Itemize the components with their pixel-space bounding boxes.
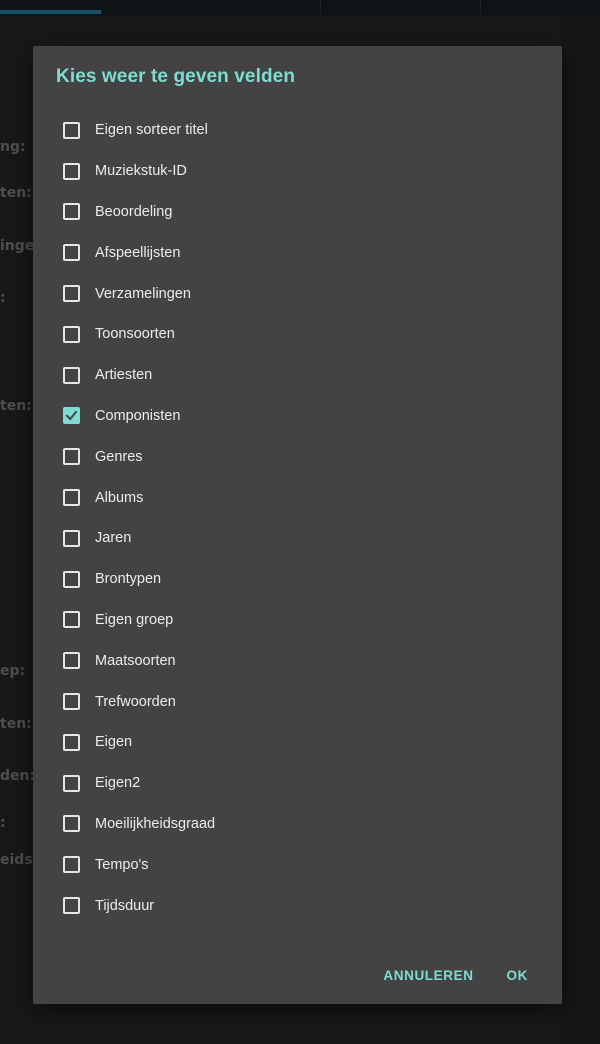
field-option[interactable]: Tempo's	[33, 844, 562, 885]
checkbox[interactable]	[63, 121, 80, 139]
field-option-label: Componisten	[95, 407, 181, 424]
check-icon	[65, 411, 78, 421]
field-option-label: Verzamelingen	[95, 285, 191, 302]
field-option-label: Genres	[95, 448, 143, 465]
checkbox[interactable]	[63, 244, 80, 262]
field-option[interactable]: Trefwoorden	[33, 681, 562, 722]
checkbox[interactable]	[63, 325, 80, 343]
field-option[interactable]: Jaren	[33, 518, 562, 559]
dialog-title: Kies weer te geven velden	[56, 66, 296, 87]
field-option-label: Trefwoorden	[95, 693, 176, 710]
choose-fields-dialog: Kies weer te geven velden Eigen sorteer …	[33, 46, 562, 1004]
field-option[interactable]: Albums	[33, 477, 562, 518]
checkbox[interactable]	[63, 733, 80, 751]
checkbox[interactable]	[63, 897, 80, 915]
field-option-label: Albums	[95, 489, 144, 506]
checkbox[interactable]	[63, 652, 80, 670]
field-option[interactable]: Afspeellijsten	[33, 232, 562, 273]
field-option[interactable]: Eigen2	[33, 763, 562, 804]
field-option[interactable]: Beoordeling	[33, 192, 562, 233]
field-option-label: Eigen2	[95, 775, 141, 792]
field-option[interactable]: Moeilijkheidsgraad	[33, 804, 562, 845]
checkbox[interactable]	[63, 162, 80, 180]
field-option[interactable]: Artiesten	[33, 355, 562, 396]
screen: ng: ten: ingen : ten: ep: ten: den: : ei…	[0, 0, 600, 1044]
field-option-label: Eigen groep	[95, 611, 174, 628]
field-option-label: Tempo's	[95, 856, 149, 873]
field-option[interactable]: Maatsoorten	[33, 640, 562, 681]
field-option-label: Eigen sorteer titel	[95, 122, 208, 139]
checkbox[interactable]	[63, 570, 80, 588]
field-option-label: Jaren	[95, 530, 132, 547]
field-option-label: Muziekstuk-ID	[95, 163, 187, 180]
field-option-label: Beoordeling	[95, 203, 173, 220]
checkbox[interactable]	[63, 529, 80, 547]
field-option[interactable]: Genres	[33, 436, 562, 477]
field-option[interactable]: Eigen	[33, 722, 562, 763]
field-option-label: Brontypen	[95, 571, 162, 588]
checkbox[interactable]	[63, 407, 80, 425]
field-option[interactable]: Brontypen	[33, 559, 562, 600]
checkbox[interactable]	[63, 774, 80, 792]
checkbox[interactable]	[63, 815, 80, 833]
field-option-label: Eigen	[95, 734, 133, 751]
checkbox[interactable]	[63, 366, 80, 384]
field-option[interactable]: Tijdsduur	[33, 885, 562, 926]
field-option-label: Tijdsduur	[95, 897, 155, 914]
field-option-label: Afspeellijsten	[95, 244, 181, 261]
field-option[interactable]: Eigen groep	[33, 600, 562, 641]
checkbox[interactable]	[63, 285, 80, 303]
field-option[interactable]: Eigen sorteer titel	[33, 110, 562, 151]
field-option[interactable]: Muziekstuk-ID	[33, 151, 562, 192]
field-option-label: Toonsoorten	[95, 326, 175, 343]
field-option[interactable]: Componisten	[33, 396, 562, 437]
checkbox[interactable]	[63, 693, 80, 711]
field-option-label: Artiesten	[95, 367, 153, 384]
checkbox[interactable]	[63, 203, 80, 221]
checkbox[interactable]	[63, 489, 80, 507]
field-options-list: Eigen sorteer titel Muziekstuk-ID Beoordel…	[33, 110, 562, 926]
dialog-actions: ANNULEREN OK	[383, 960, 562, 990]
ok-button[interactable]: OK	[507, 962, 528, 989]
field-option-label: Maatsoorten	[95, 652, 176, 669]
field-option[interactable]: Verzamelingen	[33, 273, 562, 314]
field-option-label: Moeilijkheidsgraad	[95, 815, 216, 832]
checkbox[interactable]	[63, 856, 80, 874]
cancel-button[interactable]: ANNULEREN	[383, 962, 473, 989]
field-option[interactable]: Toonsoorten	[33, 314, 562, 355]
checkbox[interactable]	[63, 448, 80, 466]
checkbox[interactable]	[63, 611, 80, 629]
